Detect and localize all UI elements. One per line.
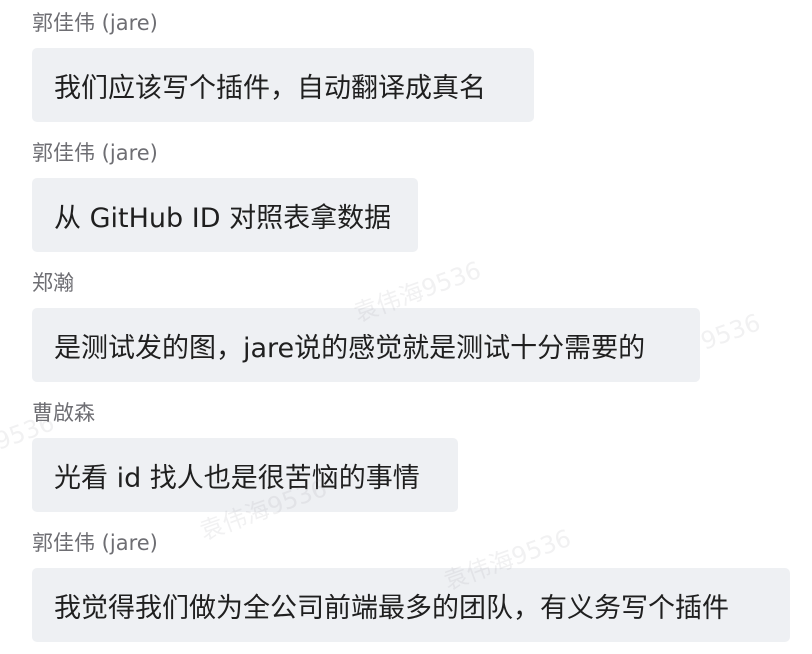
message-bubble[interactable]: 是测试发的图，jare说的感觉就是测试十分需要的 — [32, 308, 700, 382]
message-sender: 郭佳伟 (jare) — [32, 531, 158, 555]
message-bubble[interactable]: 光看 id 找人也是很苦恼的事情 — [32, 438, 458, 512]
message-sender: 郭佳伟 (jare) — [32, 11, 158, 35]
message-text: 从 GitHub ID 对照表拿数据 — [54, 202, 392, 234]
message-text: 我觉得我们做为全公司前端最多的团队，有义务写个插件 — [54, 592, 729, 624]
message-bubble[interactable]: 从 GitHub ID 对照表拿数据 — [32, 178, 418, 252]
message-text: 光看 id 找人也是很苦恼的事情 — [54, 462, 420, 494]
message-item: 郭佳伟 (jare) 我觉得我们做为全公司前端最多的团队，有义务写个插件 — [32, 530, 790, 642]
message-item: 郭佳伟 (jare) 从 GitHub ID 对照表拿数据 — [32, 140, 418, 252]
message-item: 郑瀚 是测试发的图，jare说的感觉就是测试十分需要的 — [32, 270, 700, 382]
message-sender: 郭佳伟 (jare) — [32, 141, 158, 165]
message-sender: 郑瀚 — [32, 271, 74, 295]
watermark: 9536 — [697, 308, 765, 356]
message-item: 曹啟森 光看 id 找人也是很苦恼的事情 — [32, 400, 458, 512]
message-bubble[interactable]: 我觉得我们做为全公司前端最多的团队，有义务写个插件 — [32, 568, 790, 642]
message-bubble[interactable]: 我们应该写个插件，自动翻译成真名 — [32, 48, 534, 122]
message-text: 是测试发的图，jare说的感觉就是测试十分需要的 — [54, 332, 646, 364]
message-sender: 曹啟森 — [32, 401, 95, 425]
chat-message-list: 郭佳伟 (jare) 我们应该写个插件，自动翻译成真名 郭佳伟 (jare) 从… — [0, 0, 812, 654]
message-text: 我们应该写个插件，自动翻译成真名 — [54, 72, 486, 104]
message-item: 郭佳伟 (jare) 我们应该写个插件，自动翻译成真名 — [32, 10, 534, 122]
